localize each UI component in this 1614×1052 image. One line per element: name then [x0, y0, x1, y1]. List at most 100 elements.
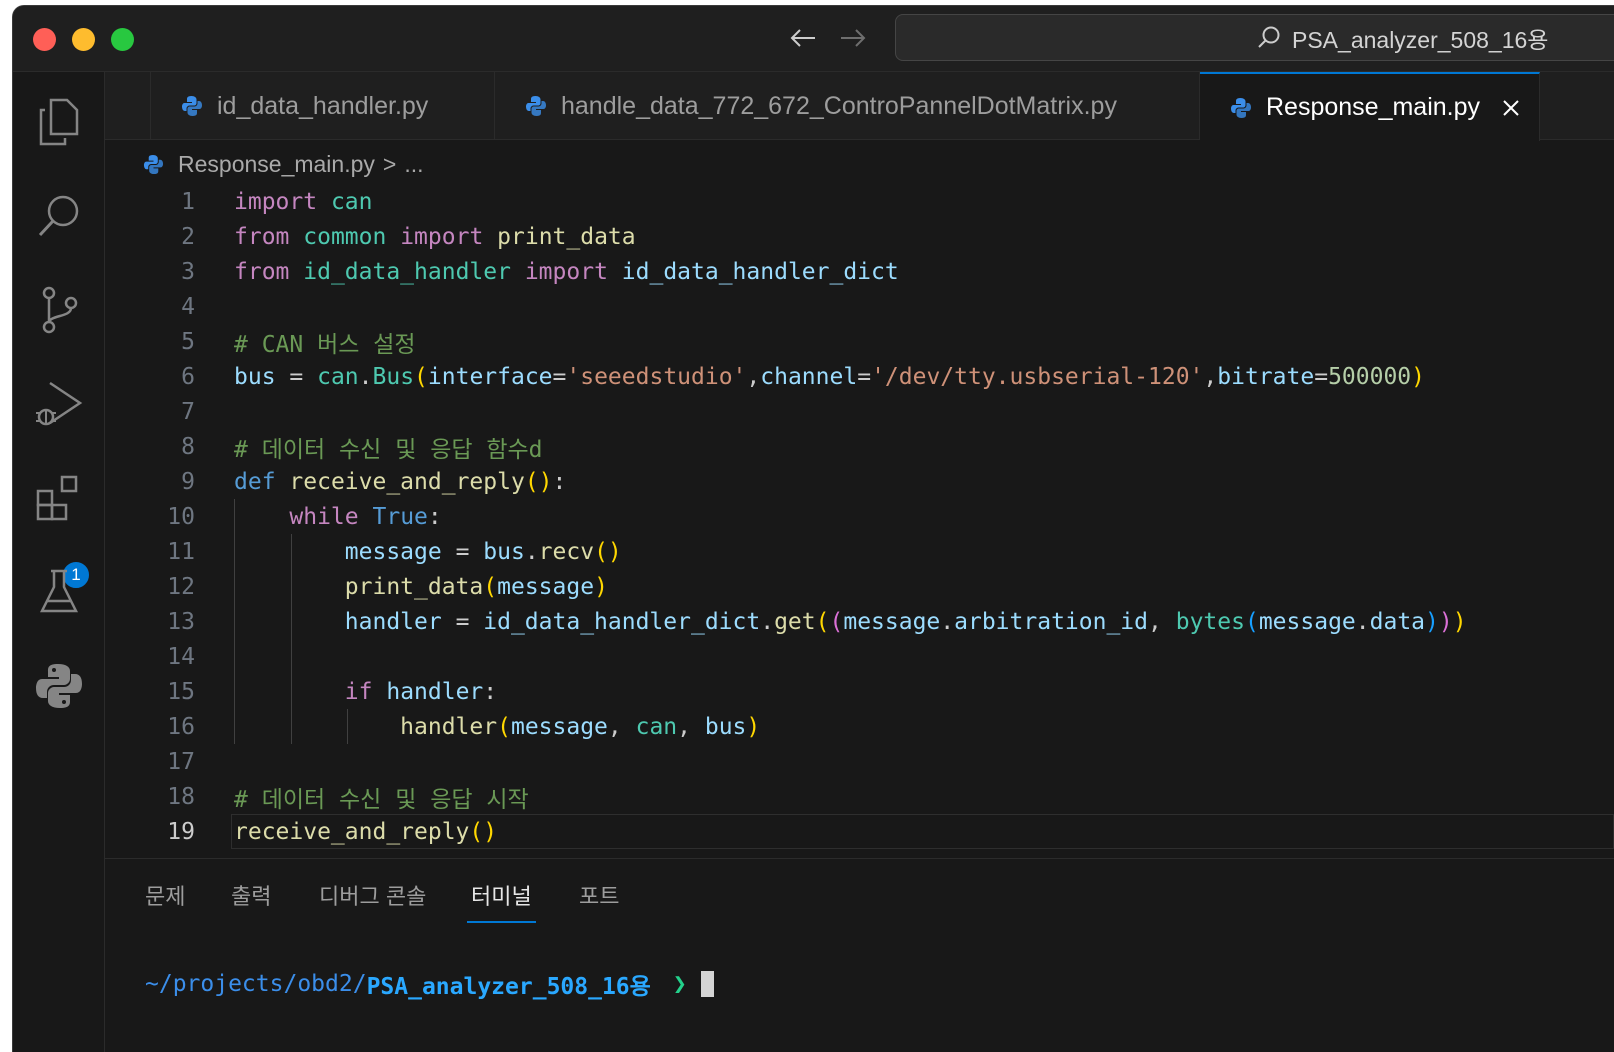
code-line: 16 handler(message, can, bus): [105, 709, 1614, 744]
panel-tab-ports[interactable]: 포트: [579, 879, 619, 923]
terminal-path: ~/projects/obd2/: [145, 971, 367, 997]
terminal-prompt: ❯: [672, 971, 687, 997]
line-number: 17: [167, 748, 195, 775]
line-number: 9: [181, 468, 195, 495]
code-line: 14: [105, 639, 1614, 674]
line-number: 8: [181, 433, 195, 460]
close-icon[interactable]: [1500, 97, 1522, 119]
code-comment: # 데이터 수신 및 응답 함수d: [234, 436, 543, 463]
line-number: 2: [181, 223, 195, 250]
code-line: 17: [105, 744, 1614, 779]
python-file-icon: [1230, 97, 1252, 119]
line-number: 18: [167, 783, 195, 810]
vscode-window: PSA_analyzer_508_16용 1 id_data_handler.p…: [12, 5, 1614, 1052]
line-number: 12: [167, 573, 195, 600]
code-text: while True:: [289, 503, 442, 530]
code-line: 1 import can: [105, 184, 1614, 219]
code-line: 10 while True:: [105, 499, 1614, 534]
python-file-icon: [181, 95, 203, 117]
python-file-icon: [143, 154, 164, 175]
code-text: handler = id_data_handler_dict.get((mess…: [344, 608, 1467, 635]
code-line: 9 def receive_and_reply():: [105, 464, 1614, 499]
panel-tab-terminal[interactable]: 터미널: [467, 879, 536, 923]
editor-tab-bar: id_data_handler.py handle_data_772_672_C…: [105, 72, 1614, 141]
panel-tab-problems[interactable]: 문제: [145, 879, 185, 923]
breadcrumb-file[interactable]: Response_main.py: [178, 151, 375, 178]
search-icon: [1256, 25, 1282, 51]
code-line: 15 if handler:: [105, 674, 1614, 709]
code-line: 2 from common import print_data: [105, 219, 1614, 254]
code-text: from id_data_handler import id_data_hand…: [234, 258, 899, 285]
arrow-right-icon[interactable]: [835, 20, 871, 56]
code-text: bus = can.Bus(interface='seeedstudio',ch…: [234, 363, 1426, 390]
title-bar: PSA_analyzer_508_16용: [13, 6, 1614, 72]
minimize-window-button[interactable]: [72, 28, 95, 51]
line-number: 3: [181, 258, 195, 285]
code-editor[interactable]: 1 import can 2 from common import print_…: [105, 184, 1614, 856]
panel-tab-debug-console[interactable]: 디버그 콘솔: [319, 879, 426, 923]
line-number: 10: [167, 503, 195, 530]
code-line: 7: [105, 394, 1614, 429]
code-line: 13 handler = id_data_handler_dict.get((m…: [105, 604, 1614, 639]
terminal-cursor: [700, 971, 714, 997]
run-debug-icon[interactable]: [31, 376, 87, 432]
terminal-dir: PSA_analyzer_508_16용: [366, 974, 651, 1000]
code-text: receive_and_reply(): [234, 818, 498, 845]
code-text: def receive_and_reply():: [234, 468, 567, 495]
code-line: 4: [105, 289, 1614, 324]
code-line: 3 from id_data_handler import id_data_ha…: [105, 254, 1614, 289]
tab-bar-spacer: [105, 72, 151, 140]
code-comment: # CAN 버스 설정: [234, 331, 416, 358]
code-line: 6 bus = can.Bus(interface='seeedstudio',…: [105, 359, 1614, 394]
command-center-search[interactable]: PSA_analyzer_508_16용: [895, 14, 1614, 61]
code-text: print_data(message): [344, 573, 608, 600]
line-number: 19: [167, 818, 195, 845]
tab-response-main[interactable]: Response_main.py: [1200, 72, 1540, 141]
explorer-icon[interactable]: [31, 94, 87, 150]
python-icon[interactable]: [31, 658, 87, 714]
code-comment: # 데이터 수신 및 응답 시작: [234, 786, 529, 813]
code-line: 8 # 데이터 수신 및 응답 함수d: [105, 429, 1614, 464]
breadcrumb: Response_main.py > ...: [143, 146, 424, 182]
line-number: 5: [181, 328, 195, 355]
tab-label: handle_data_772_672_ControPannelDotMatri…: [561, 91, 1117, 120]
code-text: import can: [234, 188, 373, 215]
tab-label: Response_main.py: [1266, 93, 1481, 121]
search-icon[interactable]: [31, 188, 87, 244]
tab-id-data-handler[interactable]: id_data_handler.py: [151, 72, 495, 140]
line-number: 11: [167, 538, 195, 565]
line-number: 4: [181, 293, 195, 320]
code-line: 5 # CAN 버스 설정: [105, 324, 1614, 359]
command-center-label: PSA_analyzer_508_16용: [1292, 26, 1549, 53]
code-text: from common import print_data: [234, 223, 636, 250]
tab-label: id_data_handler.py: [217, 91, 429, 120]
testing-icon[interactable]: [31, 564, 87, 620]
line-number: 6: [181, 363, 195, 390]
breadcrumb-separator: >: [382, 150, 397, 177]
source-control-icon[interactable]: [31, 282, 87, 338]
line-number: 1: [181, 188, 195, 215]
code-line: 18 # 데이터 수신 및 응답 시작: [105, 779, 1614, 814]
code-line: 12 print_data(message): [105, 569, 1614, 604]
line-number: 13: [167, 608, 195, 635]
line-number: 7: [181, 398, 195, 425]
line-number: 15: [167, 678, 195, 705]
panel-tab-output[interactable]: 출력: [231, 879, 271, 923]
maximize-window-button[interactable]: [111, 28, 134, 51]
code-text: if handler:: [344, 678, 498, 705]
arrow-left-icon[interactable]: [785, 20, 821, 56]
line-number: 16: [167, 713, 195, 740]
close-window-button[interactable]: [33, 28, 56, 51]
python-file-icon: [525, 95, 547, 117]
code-text: message = bus.recv(): [344, 538, 622, 565]
code-line-current: 19 receive_and_reply(): [105, 814, 1614, 849]
activity-bar: 1: [13, 72, 105, 1052]
line-number: 14: [167, 643, 195, 670]
code-line: 11 message = bus.recv(): [105, 534, 1614, 569]
breadcrumb-symbols[interactable]: ...: [404, 151, 423, 178]
bottom-panel: 문제 출력 디버그 콘솔 터미널 포트 ~/projects/obd2/PSA_…: [105, 858, 1614, 1052]
tab-handle-data-772[interactable]: handle_data_772_672_ControPannelDotMatri…: [495, 72, 1200, 140]
extensions-icon[interactable]: [31, 470, 87, 526]
terminal[interactable]: ~/projects/obd2/PSA_analyzer_508_16용 ❯: [145, 967, 714, 1001]
code-text: handler(message, can, bus): [400, 713, 761, 740]
